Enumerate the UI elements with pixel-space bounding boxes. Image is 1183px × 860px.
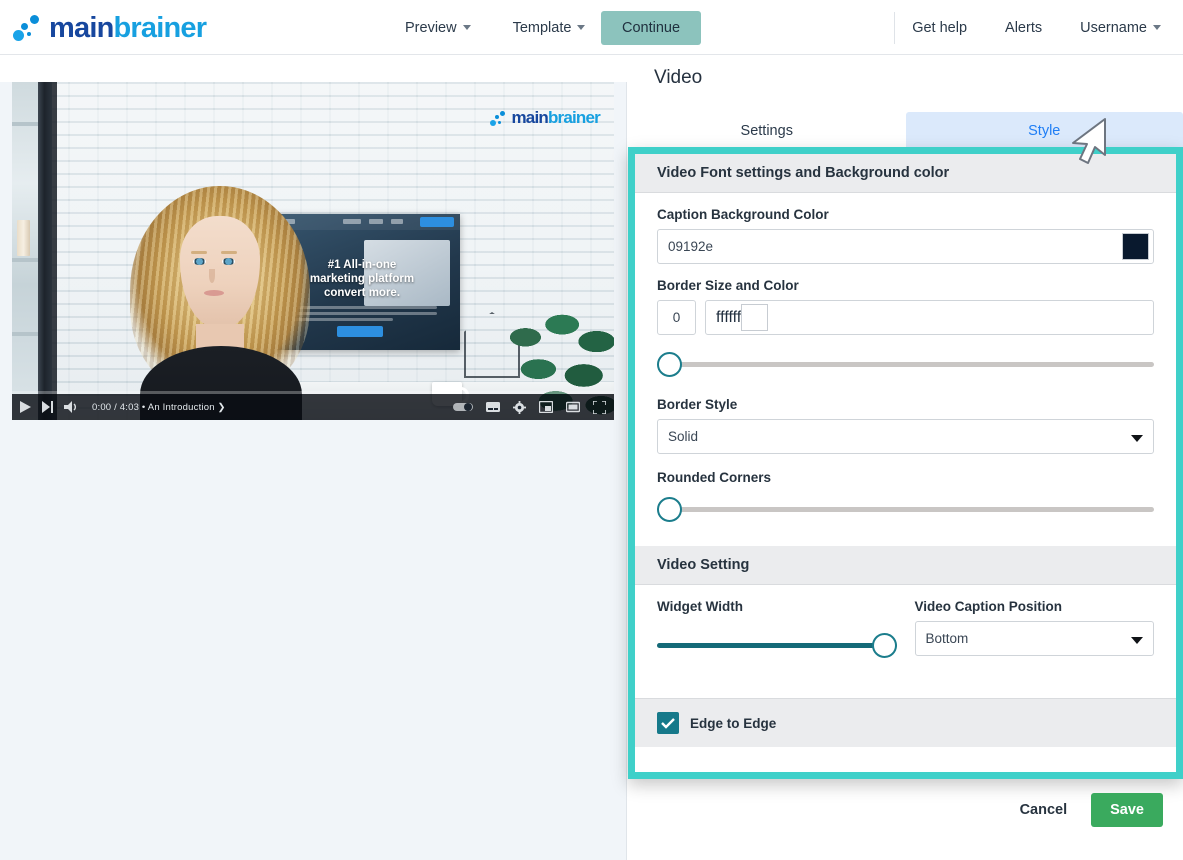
nav-item-get-help[interactable]: Get help: [902, 14, 977, 42]
header-nav-right: Get help Alerts Username: [902, 0, 1171, 55]
video-preview-player[interactable]: #1 All-in-one marketing platform convert…: [12, 82, 614, 420]
nav-item-get-help-label: Get help: [912, 19, 968, 36]
caption-background-color-label: Caption Background Color: [657, 207, 829, 222]
top-header: mainbrainer Preview Template Continue Ge…: [0, 0, 1183, 55]
caption-background-color-value: 09192e: [668, 239, 714, 254]
chevron-down-icon: [1153, 25, 1161, 30]
page-title: Video: [654, 67, 703, 88]
video-overlay-logo: mainbrainer: [489, 108, 601, 128]
video-control-bar[interactable]: 0:00 / 4:03 • An Introduction ❯: [12, 391, 614, 420]
tab-settings[interactable]: Settings: [628, 112, 906, 149]
subtitles-icon[interactable]: [486, 401, 500, 413]
section-body-font-background: Caption Background Color 09192e Border S…: [635, 193, 1176, 546]
checkmark-icon: [661, 717, 675, 729]
play-icon[interactable]: [20, 401, 31, 413]
nav-item-template-label: Template: [512, 19, 572, 36]
chevron-down-icon: [577, 25, 586, 30]
tab-style[interactable]: Style: [905, 112, 1183, 149]
next-track-icon[interactable]: [42, 401, 53, 413]
logo-dots-icon: [12, 14, 46, 42]
autoplay-toggle-icon[interactable]: [453, 401, 473, 413]
video-frame-image: #1 All-in-one marketing platform convert…: [12, 82, 614, 420]
nav-item-username[interactable]: Username: [1070, 14, 1171, 42]
settings-column: Video Settings Style Video Font settings…: [628, 55, 1183, 860]
video-logo-text-main: main: [511, 108, 548, 127]
miniplayer-icon[interactable]: [539, 401, 553, 413]
nav-item-preview[interactable]: Preview: [395, 14, 481, 42]
app-root: mainbrainer Preview Template Continue Ge…: [0, 0, 1183, 860]
edge-to-edge-row[interactable]: Edge to Edge: [635, 698, 1176, 747]
border-style-label: Border Style: [657, 397, 738, 412]
edge-to-edge-label: Edge to Edge: [690, 715, 777, 731]
continue-button[interactable]: Continue: [601, 11, 701, 45]
border-color-field[interactable]: ffffff: [705, 300, 1154, 335]
section-heading-font-background: Video Font settings and Background color: [635, 154, 1176, 193]
border-size-and-color-label: Border Size and Color: [657, 278, 799, 293]
rounded-corners-label: Rounded Corners: [657, 470, 772, 485]
rounded-corners-slider[interactable]: [657, 492, 1154, 526]
save-button[interactable]: Save: [1091, 793, 1163, 827]
section-body-video-setting: Widget Width Video Caption Position Bott…: [635, 585, 1176, 698]
video-caption-position-value: Bottom: [925, 631, 969, 646]
rounded-corners-slider-knob[interactable]: [657, 497, 682, 522]
rounded-corners-slider-track: [657, 507, 1154, 512]
chevron-down-icon: [1131, 637, 1143, 644]
gear-icon[interactable]: [513, 400, 526, 414]
logo-text-accent: brainer: [113, 11, 208, 44]
video-caption-position-select[interactable]: Bottom: [914, 621, 1154, 656]
style-settings-card: Video Font settings and Background color…: [628, 147, 1183, 779]
edge-to-edge-checkbox[interactable]: [657, 712, 679, 734]
tab-style-label: Style: [1028, 122, 1061, 139]
nav-item-preview-label: Preview: [405, 19, 457, 36]
preview-column: #1 All-in-one marketing platform convert…: [0, 55, 627, 860]
caption-background-color-field[interactable]: 09192e: [657, 229, 1154, 264]
nav-item-alerts[interactable]: Alerts: [995, 14, 1052, 42]
nav-item-template[interactable]: Template: [503, 14, 596, 42]
fullscreen-icon[interactable]: [593, 400, 606, 414]
border-size-slider-track: [657, 362, 1154, 367]
logo-dots-icon: [489, 110, 509, 127]
nav-item-username-label: Username: [1080, 19, 1147, 36]
video-progress-scrubber[interactable]: [12, 391, 614, 394]
preview-top-strip: [0, 55, 627, 82]
caption-background-color-swatch[interactable]: [1122, 233, 1149, 260]
video-logo-text-accent: brainer: [547, 108, 601, 127]
widget-width-slider-fill: [657, 643, 897, 648]
border-color-swatch[interactable]: [741, 304, 769, 331]
cancel-button[interactable]: Cancel: [1014, 801, 1074, 819]
logo-text-main: main: [49, 11, 114, 44]
header-divider: [894, 12, 895, 44]
person-in-video: [130, 186, 310, 420]
shelf-decor: [12, 82, 38, 420]
widget-width-slider-knob[interactable]: [871, 633, 897, 658]
chevron-down-icon: [462, 25, 471, 30]
footer-actions: Cancel Save: [1014, 793, 1163, 827]
border-style-select[interactable]: Solid: [657, 419, 1154, 454]
chevron-down-icon: [1131, 435, 1143, 442]
border-style-value: Solid: [668, 429, 699, 444]
section-heading-video-setting: Video Setting: [635, 546, 1176, 585]
border-size-input[interactable]: 0: [657, 300, 696, 335]
border-color-value: ffffff: [716, 308, 742, 326]
border-size-and-color-row: 0 ffffff: [657, 300, 1154, 335]
video-time-and-title: 0:00 / 4:03 • An Introduction ❯: [92, 401, 226, 413]
border-size-slider-knob[interactable]: [657, 352, 682, 377]
volume-icon[interactable]: [64, 401, 78, 413]
mainbrainer-logo[interactable]: mainbrainer: [12, 10, 208, 46]
logo-wordmark: mainbrainer: [49, 11, 208, 45]
panel-tabs: Settings Style: [628, 112, 1183, 149]
nav-item-alerts-label: Alerts: [1005, 19, 1043, 36]
video-right-controls: [440, 400, 606, 414]
border-size-slider[interactable]: [657, 347, 1154, 381]
tab-settings-label: Settings: [740, 122, 793, 139]
theater-mode-icon[interactable]: [566, 401, 580, 413]
dark-post-decor: [38, 82, 52, 420]
widget-width-label: Widget Width: [657, 599, 743, 614]
widget-width-slider[interactable]: [657, 628, 897, 662]
header-nav-center: Preview Template: [395, 0, 595, 55]
dark-post-shadow: [52, 82, 57, 420]
candle-decor: [17, 220, 30, 256]
video-caption-position-label: Video Caption Position: [914, 599, 1063, 614]
